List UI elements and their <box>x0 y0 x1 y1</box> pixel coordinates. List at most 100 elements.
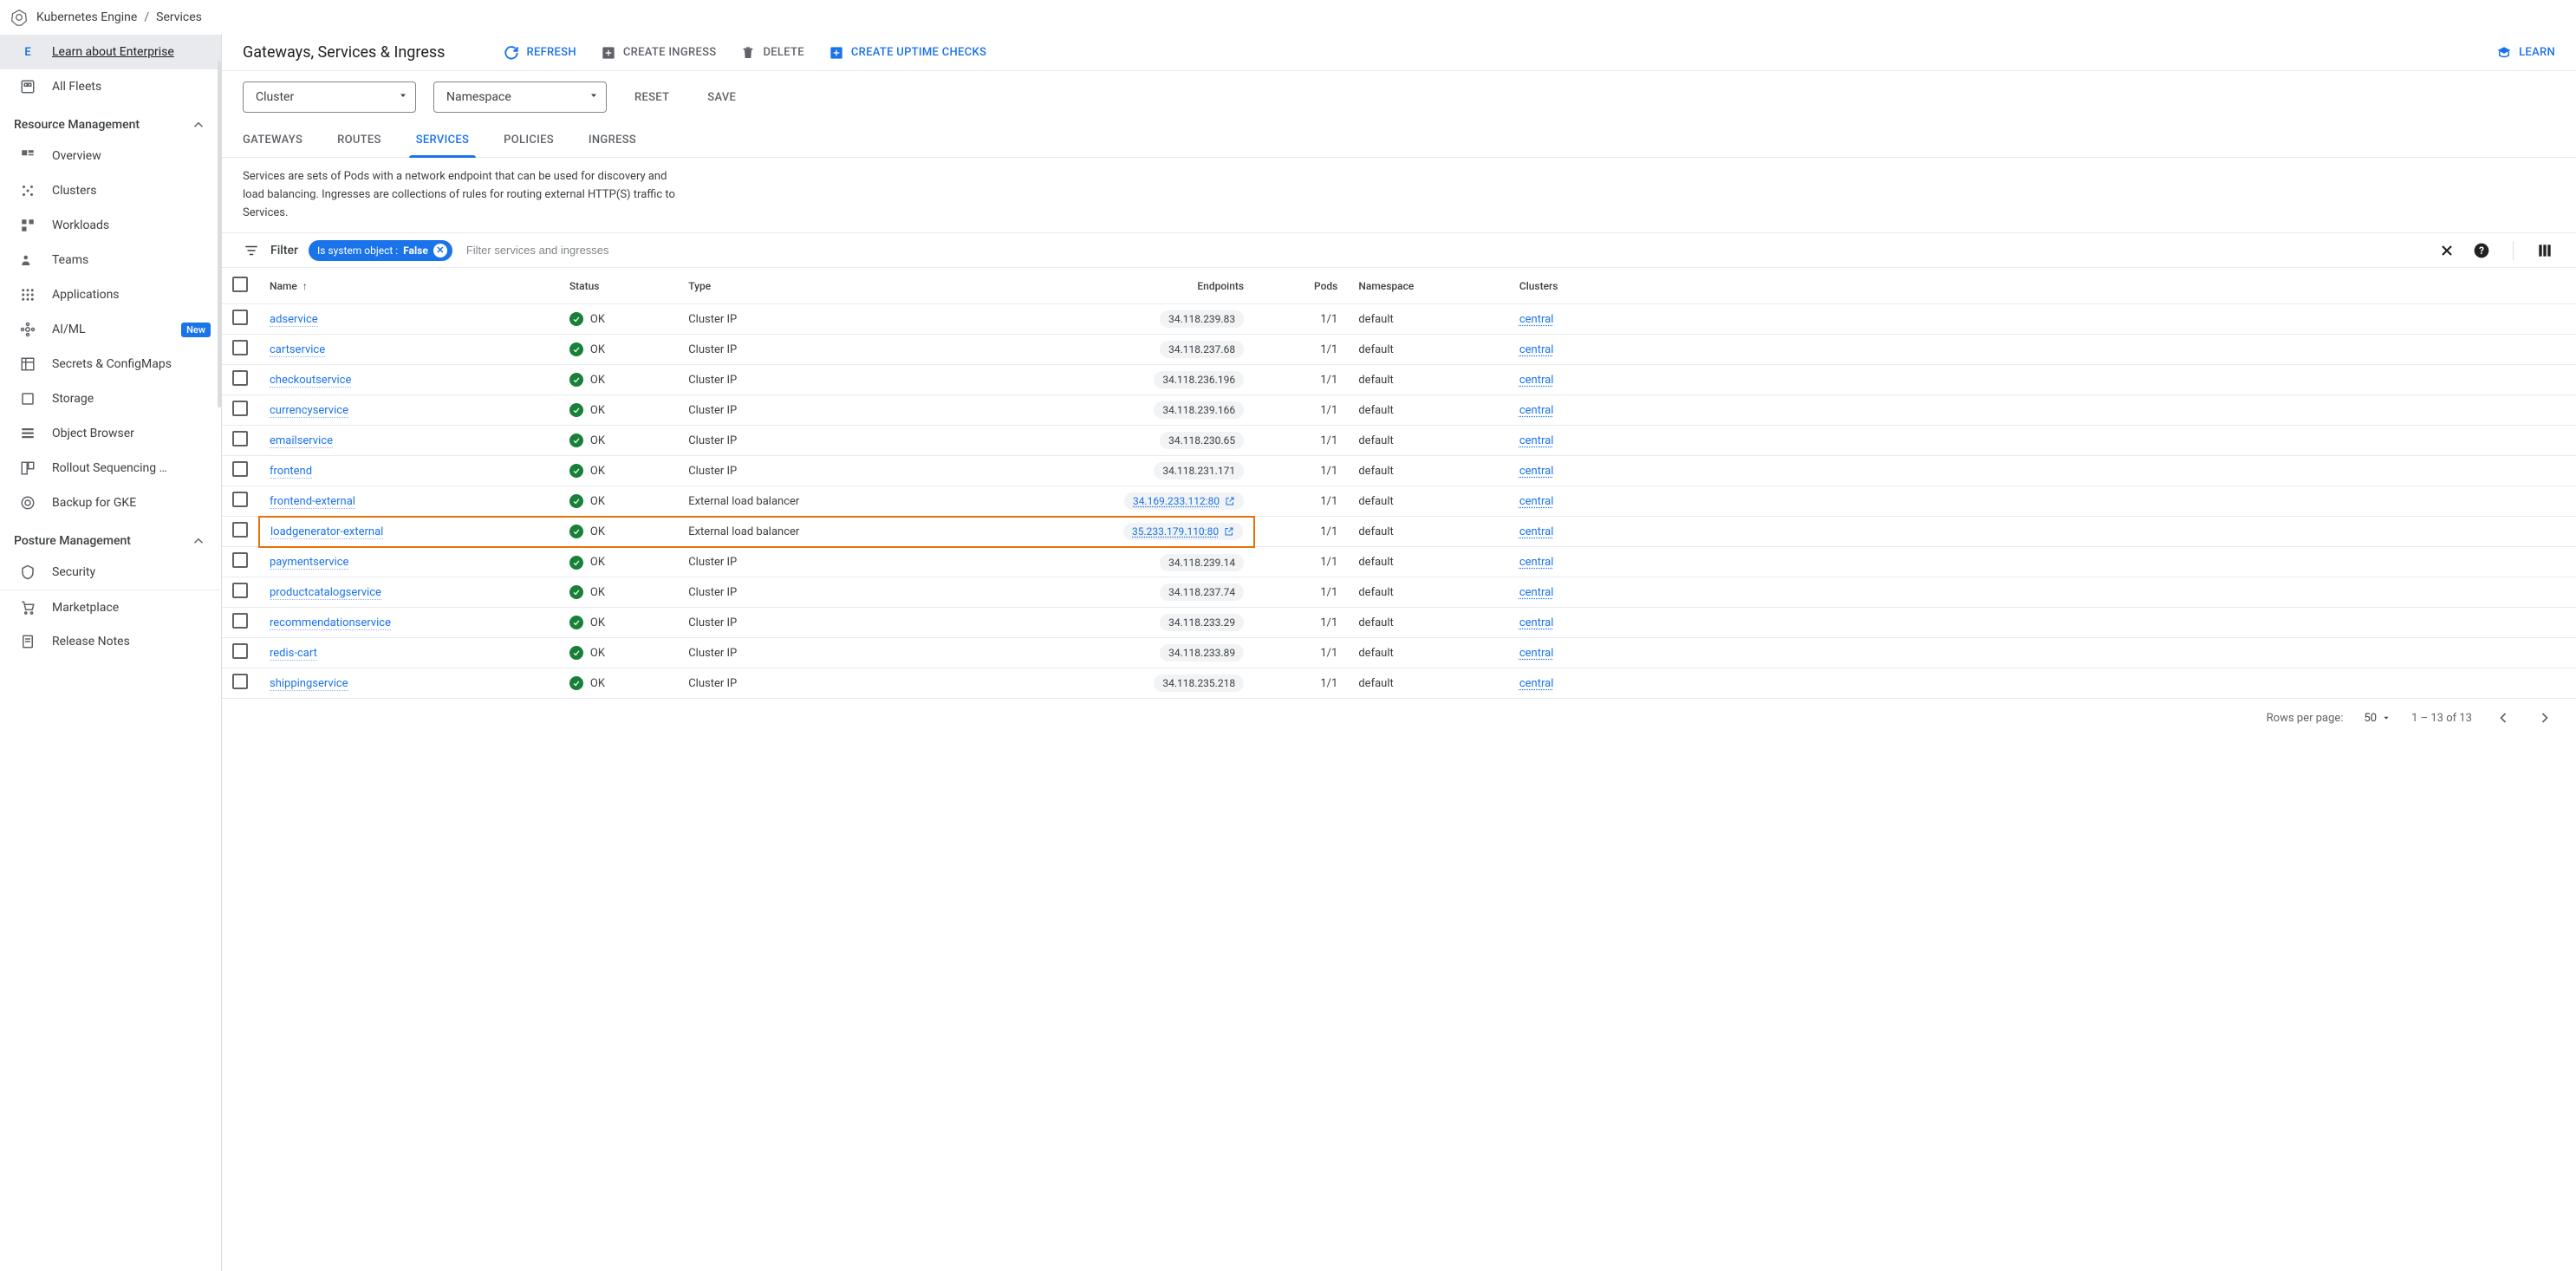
sidebar-item-release-notes[interactable]: Release Notes <box>0 624 221 659</box>
next-page-button[interactable] <box>2534 707 2555 728</box>
cluster-link[interactable]: central <box>1519 495 1554 508</box>
sidebar-item-overview[interactable]: Overview <box>0 139 221 173</box>
col-namespace[interactable]: Namespace <box>1348 268 1509 304</box>
row-checkbox[interactable] <box>232 674 248 689</box>
col-name[interactable]: Name↑ <box>259 268 559 304</box>
prev-page-button[interactable] <box>2493 707 2514 728</box>
row-checkbox[interactable] <box>232 461 248 477</box>
endpoint-chip[interactable]: 35.233.179.110:80 <box>1123 523 1243 540</box>
sidebar-item-enterprise[interactable]: E Learn about Enterprise <box>0 35 221 69</box>
col-status[interactable]: Status <box>559 268 678 304</box>
delete-button[interactable]: DELETE <box>740 45 803 61</box>
sidebar-item-workloads[interactable]: Workloads <box>0 208 221 243</box>
cluster-link[interactable]: central <box>1519 374 1554 387</box>
service-link[interactable]: adservice <box>270 313 318 327</box>
service-link[interactable]: frontend-external <box>270 495 355 509</box>
chip-remove-icon[interactable]: ✕ <box>433 244 447 257</box>
tab-ingress[interactable]: INGRESS <box>589 123 636 157</box>
service-link[interactable]: paymentservice <box>270 556 348 570</box>
service-link[interactable]: loadgenerator-external <box>270 525 383 539</box>
table-row: redis-cart OK Cluster IP 34.118.233.89 1… <box>222 638 2576 668</box>
sidebar-item-storage[interactable]: Storage <box>0 381 221 416</box>
cluster-link[interactable]: central <box>1519 556 1554 569</box>
col-pods[interactable]: Pods <box>1254 268 1348 304</box>
cluster-link[interactable]: central <box>1519 434 1554 447</box>
endpoint-chip[interactable]: 34.169.233.112:80 <box>1124 492 1244 510</box>
row-checkbox[interactable] <box>232 310 248 325</box>
row-checkbox[interactable] <box>232 340 248 355</box>
row-checkbox[interactable] <box>232 431 248 446</box>
breadcrumb-page[interactable]: Services <box>156 10 202 24</box>
sidebar-item-security[interactable]: Security <box>0 555 221 590</box>
create-uptime-button[interactable]: CREATE UPTIME CHECKS <box>829 45 986 61</box>
cluster-link[interactable]: central <box>1519 343 1554 356</box>
sidebar-item-aiml[interactable]: AI/ML New <box>0 312 221 347</box>
namespace-cell: default <box>1348 456 1509 486</box>
row-checkbox[interactable] <box>232 643 248 659</box>
tab-routes[interactable]: ROUTES <box>337 123 381 157</box>
cluster-link[interactable]: central <box>1519 616 1554 629</box>
row-checkbox[interactable] <box>232 370 248 386</box>
breadcrumb-app[interactable]: Kubernetes Engine <box>36 10 137 24</box>
sidebar-item-secrets[interactable]: Secrets & ConfigMaps <box>0 347 221 381</box>
status-badge: OK <box>569 646 667 660</box>
row-checkbox[interactable] <box>232 583 248 598</box>
sidebar-item-object-browser[interactable]: Object Browser <box>0 416 221 451</box>
col-endpoints[interactable]: Endpoints <box>956 268 1254 304</box>
sidebar-item-label: Applications <box>52 288 211 302</box>
service-link[interactable]: shippingservice <box>270 677 348 691</box>
tab-gateways[interactable]: GATEWAYS <box>243 123 302 157</box>
sidebar-item-teams[interactable]: Teams <box>0 243 221 277</box>
cluster-link[interactable]: central <box>1519 313 1554 326</box>
sidebar-item-backup[interactable]: Backup for GKE <box>0 486 221 520</box>
row-checkbox[interactable] <box>232 613 248 629</box>
cluster-link[interactable]: central <box>1519 586 1554 599</box>
reset-button[interactable]: RESET <box>624 91 680 104</box>
sidebar-section-resource-mgmt[interactable]: Resource Management <box>0 104 221 139</box>
sidebar-item-clusters[interactable]: Clusters <box>0 173 221 208</box>
help-icon[interactable]: ? <box>2471 240 2492 261</box>
service-link[interactable]: redis-cart <box>270 647 317 661</box>
type-cell: Cluster IP <box>678 456 956 486</box>
sidebar-item-fleets[interactable]: All Fleets <box>0 69 221 104</box>
tab-services[interactable]: SERVICES <box>416 123 469 157</box>
columns-icon[interactable] <box>2534 240 2555 261</box>
service-link[interactable]: currencyservice <box>270 404 348 418</box>
service-link[interactable]: emailservice <box>270 434 333 448</box>
row-checkbox[interactable] <box>232 552 248 568</box>
clear-filter-button[interactable] <box>2436 240 2457 261</box>
cluster-link[interactable]: central <box>1519 647 1554 660</box>
check-icon <box>569 676 583 690</box>
tab-policies[interactable]: POLICIES <box>504 123 554 157</box>
service-link[interactable]: cartservice <box>270 343 325 357</box>
filter-chip[interactable]: Is system object : False ✕ <box>309 240 452 261</box>
cluster-link[interactable]: central <box>1519 525 1554 538</box>
cluster-link[interactable]: central <box>1519 465 1554 478</box>
sidebar-item-marketplace[interactable]: Marketplace <box>0 590 221 624</box>
service-link[interactable]: checkoutservice <box>270 374 351 388</box>
service-link[interactable]: productcatalogservice <box>270 586 381 600</box>
col-type[interactable]: Type <box>678 268 956 304</box>
sidebar-section-posture-mgmt[interactable]: Posture Management <box>0 520 221 555</box>
cluster-link[interactable]: central <box>1519 404 1554 417</box>
create-ingress-button[interactable]: CREATE INGRESS <box>601 45 717 61</box>
row-checkbox[interactable] <box>232 522 248 538</box>
table-row: currencyservice OK Cluster IP 34.118.239… <box>222 395 2576 426</box>
save-button[interactable]: SAVE <box>697 91 746 104</box>
select-all-checkbox[interactable] <box>232 277 248 292</box>
sidebar-item-applications[interactable]: Applications <box>0 277 221 312</box>
rows-per-page-select[interactable]: 50 <box>2364 712 2391 725</box>
col-clusters[interactable]: Clusters <box>1509 268 1635 304</box>
service-link[interactable]: frontend <box>270 465 312 479</box>
refresh-button[interactable]: REFRESH <box>504 45 576 61</box>
row-checkbox[interactable] <box>232 401 248 416</box>
row-checkbox[interactable] <box>232 492 248 507</box>
sidebar-item-rollout[interactable]: Rollout Sequencing … <box>0 451 221 486</box>
cluster-dropdown[interactable]: Cluster <box>243 81 416 113</box>
filter-input[interactable] <box>463 238 2426 262</box>
scrollbar[interactable] <box>218 61 221 407</box>
cluster-link[interactable]: central <box>1519 677 1554 690</box>
service-link[interactable]: recommendationservice <box>270 616 391 630</box>
learn-button[interactable]: LEARN <box>2496 45 2555 61</box>
namespace-dropdown[interactable]: Namespace <box>433 81 607 113</box>
